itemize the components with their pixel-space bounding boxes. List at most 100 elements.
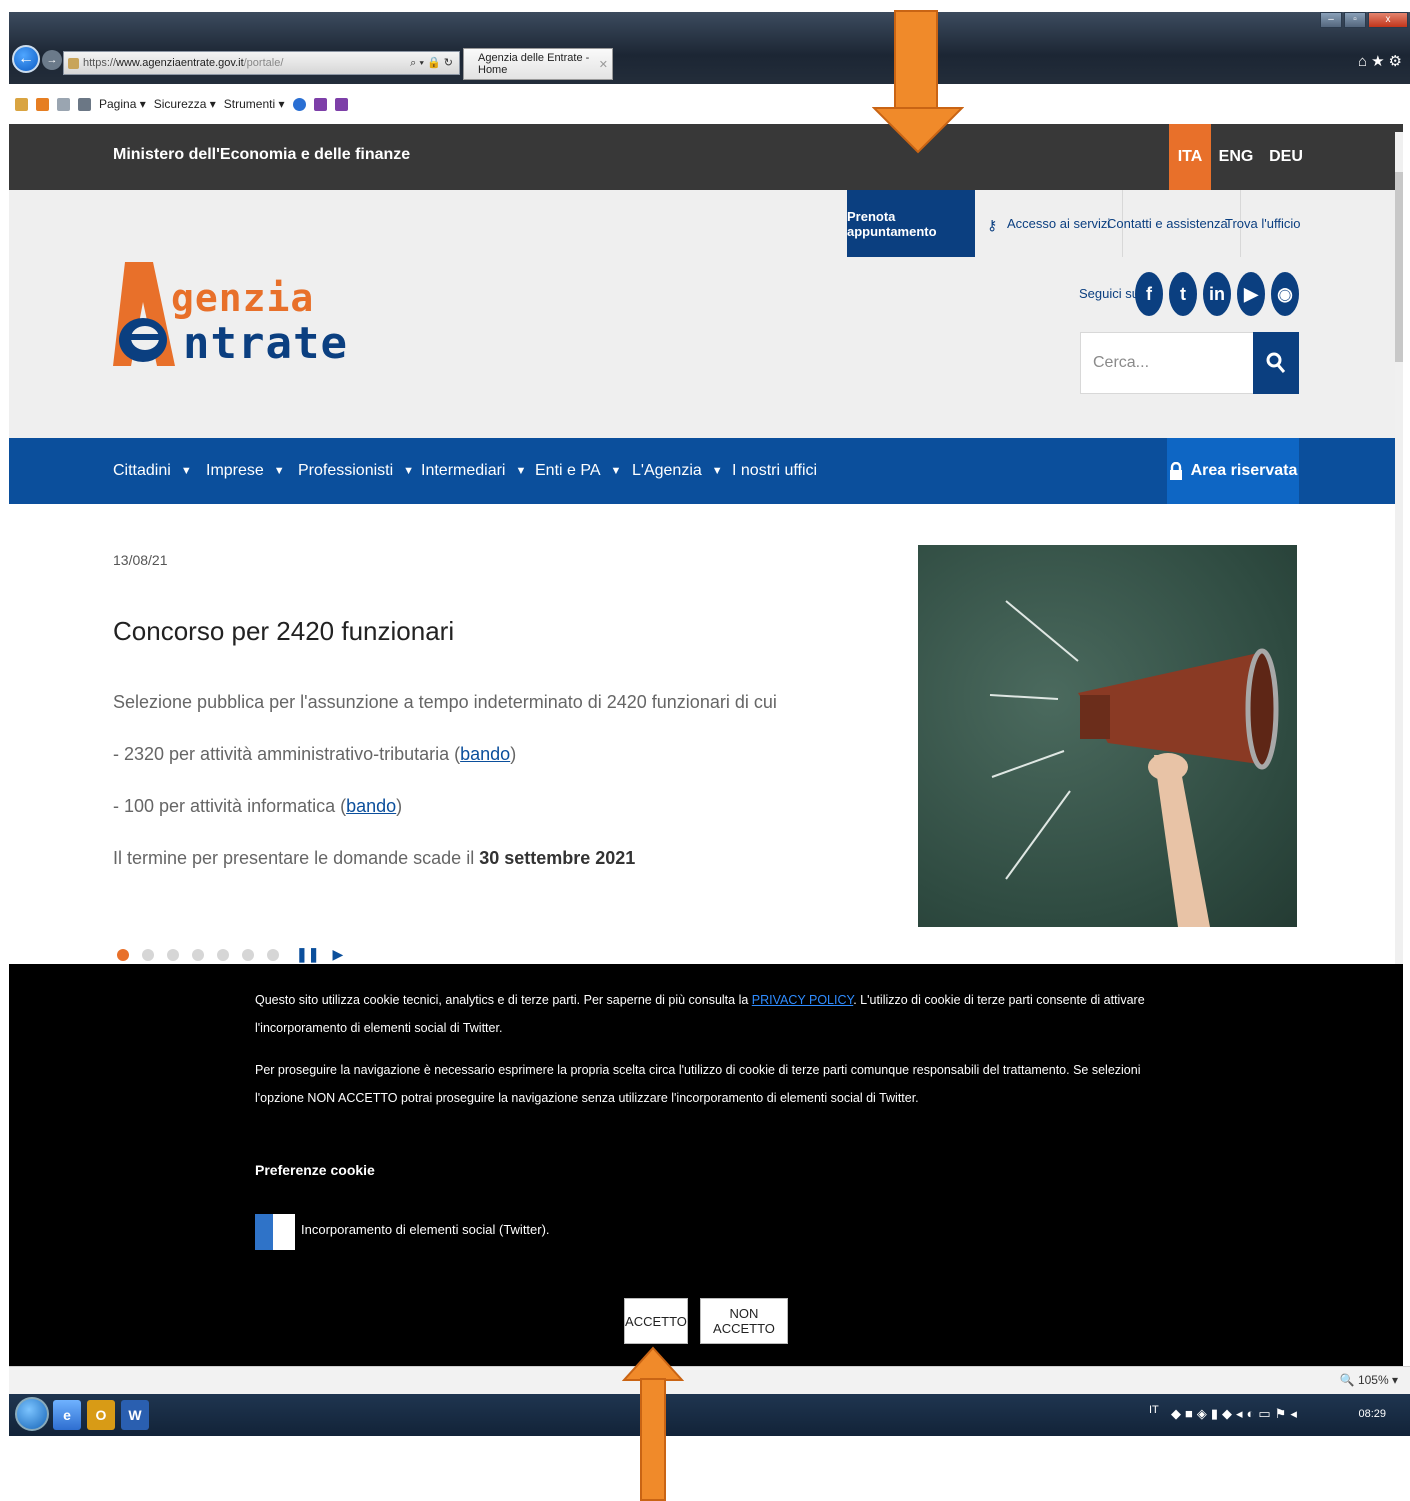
privacy-policy-link[interactable]: PRIVACY POLICY <box>752 993 853 1007</box>
annotation-arrow-top-head <box>872 107 964 154</box>
address-tools-icon[interactable]: ⌕ ▾ 🔒 ↻ <box>410 56 453 70</box>
browser-tab[interactable]: Agenzia delle Entrate - Home ✕ <box>463 48 613 80</box>
caret-down-icon: ▼ <box>711 465 723 477</box>
print-icon[interactable] <box>78 97 91 111</box>
youtube-icon[interactable]: ▶ <box>1237 272 1265 316</box>
news-title[interactable]: Concorso per 2420 funzionari <box>113 616 454 647</box>
carousel-dot[interactable] <box>117 948 129 961</box>
nav-label: I nostri uffici <box>732 462 818 479</box>
nav-cittadini[interactable]: Cittadini ▼ <box>113 438 192 504</box>
news-text-part: - 2320 per attività amministrativo-tribu… <box>113 744 461 764</box>
logo-text-genzia: genzia <box>171 276 315 320</box>
next-icon[interactable]: ▶ <box>332 946 343 963</box>
zoom-value: 105% <box>1357 1373 1389 1387</box>
carousel-dot[interactable] <box>217 948 229 961</box>
close-window-icon[interactable]: x <box>1368 12 1408 28</box>
nav-imprese[interactable]: Imprese ▼ <box>206 438 285 504</box>
input-language[interactable]: IT <box>1149 1404 1159 1416</box>
logo-text-ntrate: ntrate <box>183 318 348 369</box>
carousel-dot[interactable] <box>267 948 279 961</box>
tools-menu[interactable]: Strumenti ▾ <box>224 97 285 111</box>
lang-eng[interactable]: ENG <box>1215 124 1257 190</box>
address-bar[interactable]: https:// www.agenziaentrate.gov.it /port… <box>63 51 460 75</box>
news-text: Il termine per presentare le domande sca… <box>113 848 635 869</box>
mail-icon[interactable] <box>57 97 70 111</box>
search-input[interactable] <box>1080 332 1254 394</box>
nav-agenzia[interactable]: L'Agenzia ▼ <box>632 438 723 504</box>
reject-button[interactable]: NON ACCETTO <box>700 1298 788 1344</box>
lang-deu[interactable]: DEU <box>1265 124 1307 190</box>
help-icon[interactable] <box>292 97 306 111</box>
system-tray-icons[interactable]: ◆■◈▮◆◂◐▭⚑◂ <box>1171 1406 1301 1422</box>
tab-close-icon[interactable]: ✕ <box>599 58 608 71</box>
page-menu[interactable]: Pagina ▾ <box>99 97 146 111</box>
outlook-icon[interactable]: O <box>87 1400 115 1430</box>
twitter-icon[interactable]: t <box>1169 272 1197 316</box>
browser-status-bar: 🔍 105% ▾ <box>9 1366 1410 1394</box>
linkedin-icon[interactable]: in <box>1203 272 1231 316</box>
twitter-embed-toggle[interactable] <box>255 1214 295 1250</box>
agenzia-entrate-logo[interactable]: genzia ntrate <box>113 258 347 378</box>
deadline-date: 30 settembre 2021 <box>479 848 636 868</box>
feeds-icon[interactable] <box>36 97 49 111</box>
minimize-icon[interactable]: – <box>1320 12 1342 28</box>
restore-icon[interactable]: ▫ <box>1344 12 1366 28</box>
megaphone-image[interactable] <box>918 545 1297 927</box>
caret-down-icon: ▼ <box>403 465 415 477</box>
internet-explorer-icon[interactable]: e <box>53 1400 81 1430</box>
cookie-text: Questo sito utilizza cookie tecnici, ana… <box>255 986 1155 1042</box>
nav-professionisti[interactable]: Professionisti ▼ <box>298 438 414 504</box>
rss-icon[interactable]: ◉ <box>1271 272 1299 316</box>
main-navigation: Cittadini ▼ Imprese ▼ Professionisti ▼ I… <box>9 438 1403 504</box>
carousel-dot[interactable] <box>142 948 154 961</box>
nav-label: Imprese <box>206 462 264 479</box>
carousel-dot[interactable] <box>242 948 254 961</box>
accept-button[interactable]: ACCETTO <box>624 1298 688 1344</box>
carousel-dot[interactable] <box>192 948 204 961</box>
news-date: 13/08/21 <box>113 552 168 568</box>
ministry-name[interactable]: Ministero dell'Economia e delle finanze <box>113 146 410 164</box>
megaphone-illustration <box>989 600 1279 927</box>
news-text: - 2320 per attività amministrativo-tribu… <box>113 744 516 765</box>
annotation-arrow-top-shaft <box>894 10 938 110</box>
word-icon[interactable]: W <box>121 1400 149 1430</box>
back-button[interactable]: ← <box>12 45 40 73</box>
home-icon[interactable] <box>15 97 28 111</box>
logo-a-mark <box>113 262 175 366</box>
carousel-controls: ❚❚ ▶ <box>117 946 343 963</box>
zoom-level[interactable]: 🔍 105% ▾ <box>1340 1373 1398 1387</box>
scrollbar-thumb[interactable] <box>1395 172 1403 362</box>
lang-ita[interactable]: ITA <box>1169 124 1211 190</box>
lock-icon <box>1169 462 1182 480</box>
bando-link[interactable]: bando <box>460 744 510 764</box>
toggle-knob <box>255 1214 273 1250</box>
news-text-part: Il termine per presentare le domande sca… <box>113 848 480 868</box>
browser-chrome: ← → https:// www.agenziaentrate.gov.it /… <box>9 12 1410 84</box>
caret-down-icon: ▼ <box>180 465 192 477</box>
clock[interactable]: 08:29 <box>1358 1408 1386 1420</box>
bando-link[interactable]: bando <box>346 796 396 816</box>
news-text: Selezione pubblica per l'assunzione a te… <box>113 692 777 712</box>
nav-label: Professionisti <box>298 462 394 479</box>
home-favorites-settings-icons[interactable]: ⌂★⚙ <box>1358 52 1406 70</box>
windows-taskbar: e O W IT ◆■◈▮◆◂◐▭⚑◂ 08:29 <box>9 1394 1410 1436</box>
nav-intermediari[interactable]: Intermediari ▼ <box>421 438 526 504</box>
nav-enti-pa[interactable]: Enti e PA ▼ <box>535 438 621 504</box>
trova-ufficio-link[interactable]: Trova l'ufficio <box>1213 190 1312 257</box>
carousel-dot[interactable] <box>167 948 179 961</box>
start-button[interactable] <box>15 1397 49 1431</box>
facebook-icon[interactable]: f <box>1135 272 1163 316</box>
onenote-icon[interactable] <box>313 97 327 111</box>
search-button[interactable] <box>1253 332 1299 394</box>
area-riservata-label: Area riservata <box>1190 462 1298 479</box>
area-riservata-button[interactable]: Area riservata <box>1167 438 1299 504</box>
nav-nostri-uffici[interactable]: I nostri uffici <box>732 438 817 504</box>
prenota-appuntamento-button[interactable]: Prenota appuntamento <box>847 190 975 257</box>
security-menu[interactable]: Sicurezza ▾ <box>154 97 216 111</box>
command-bar: Pagina ▾ Sicurezza ▾ Strumenti ▾ <box>9 86 1410 122</box>
cookie-text-part: Questo sito utilizza cookie tecnici, ana… <box>255 993 752 1007</box>
pause-icon[interactable]: ❚❚ <box>296 946 319 963</box>
forward-button[interactable]: → <box>42 50 62 70</box>
onenote-linked-icon[interactable] <box>334 97 348 111</box>
annotation-arrow-bottom-head <box>622 1346 684 1381</box>
